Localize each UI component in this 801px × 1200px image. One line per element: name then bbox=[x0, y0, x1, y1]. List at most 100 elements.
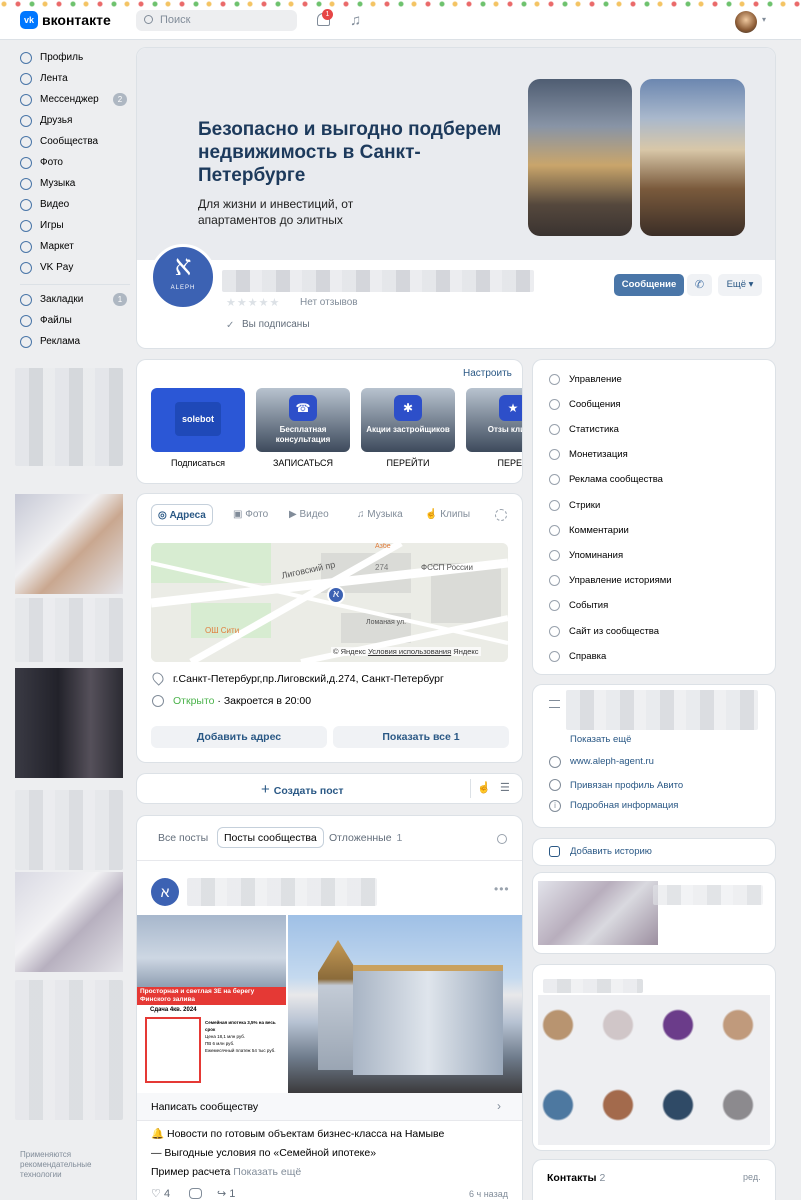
more-button[interactable]: Ещё ▾ bbox=[718, 274, 762, 296]
nav-item-label: Реклама bbox=[40, 336, 81, 347]
manage-menu-item[interactable]: Сайт из сообщества bbox=[549, 623, 764, 639]
write-community-row[interactable]: Написать сообществу › bbox=[137, 1093, 522, 1121]
manage-menu-item[interactable]: Сообщения bbox=[549, 396, 764, 412]
post-image-ad[interactable]: Просторная и светлая 3Е на берегу Финско… bbox=[137, 915, 286, 1093]
manage-menu-item[interactable]: Управление историями bbox=[549, 573, 764, 589]
widget-caption[interactable]: ЗАПИСАТЬСЯ bbox=[256, 458, 350, 468]
widget-tile[interactable]: solebot bbox=[151, 388, 245, 452]
address-text[interactable]: г.Санкт-Петербург,пр.Лиговский,д.274, Са… bbox=[173, 673, 444, 685]
address-tab[interactable]: ☝ Клипы bbox=[419, 504, 476, 526]
nav-item-feed[interactable]: Лента bbox=[20, 68, 130, 89]
show-more-link[interactable]: Показать ещё bbox=[233, 1166, 301, 1178]
more-button-label: Ещё bbox=[726, 279, 746, 290]
nav-item-games[interactable]: Игры bbox=[20, 215, 130, 236]
create-post-button[interactable]: + Создать пост bbox=[261, 781, 343, 798]
nav-item-music[interactable]: Музыка bbox=[20, 173, 130, 194]
message-button[interactable]: Сообщение bbox=[614, 274, 684, 296]
widget-caption[interactable]: ПЕРЕЙ bbox=[466, 458, 522, 468]
manage-menu-item[interactable]: События bbox=[549, 598, 764, 614]
add-story-link[interactable]: Добавить историю bbox=[570, 846, 652, 857]
user-avatar[interactable] bbox=[735, 11, 757, 33]
map-view[interactable]: Лиговский пр ФССП России 274 Азбе ОШ Сит… bbox=[151, 543, 508, 662]
chevron-down-icon[interactable]: ▾ bbox=[762, 15, 766, 24]
add-story-card: Добавить историю bbox=[533, 839, 775, 865]
search-box[interactable]: Поиск bbox=[136, 10, 297, 31]
manage-menu-item[interactable]: Статистика bbox=[549, 421, 764, 437]
nav-item-bookmark[interactable]: Закладки 1 bbox=[20, 289, 130, 310]
tab-community-posts[interactable]: Посты сообщества bbox=[217, 827, 324, 848]
widget-tile[interactable]: ✱ Акции застройщиков bbox=[361, 388, 455, 452]
address-tab[interactable]: ◎ Адреса bbox=[151, 504, 213, 526]
show-all-addresses-button[interactable]: Показать все 1 bbox=[333, 726, 509, 748]
nav-item-user[interactable]: Профиль bbox=[20, 47, 130, 68]
search-posts-icon[interactable] bbox=[497, 834, 507, 844]
chevron-right-icon: › bbox=[497, 1099, 501, 1113]
manage-menu-label: Стрики bbox=[569, 499, 601, 511]
nav-item-ads[interactable]: Реклама bbox=[20, 331, 130, 352]
community-avatar[interactable]: א ALEPH bbox=[150, 244, 216, 310]
avito-link[interactable]: Привязан профиль Авито bbox=[570, 780, 683, 791]
clock-icon bbox=[152, 695, 164, 707]
post-time[interactable]: 6 ч назад bbox=[469, 1189, 508, 1199]
website-link[interactable]: www.aleph-agent.ru bbox=[570, 756, 654, 767]
nav-item-label: Сообщества bbox=[40, 136, 99, 147]
help-icon bbox=[549, 650, 560, 662]
nav-item-vkpay[interactable]: VK Pay bbox=[20, 257, 130, 278]
nav-item-groups[interactable]: Сообщества bbox=[20, 131, 130, 152]
create-post-label: Создать пост bbox=[273, 785, 344, 797]
manage-menu-item[interactable]: Справка bbox=[549, 648, 764, 664]
nav-item-label: Файлы bbox=[40, 315, 72, 326]
post-more-icon[interactable]: ••• bbox=[494, 882, 510, 896]
contacts-edit-link[interactable]: ред. bbox=[743, 1172, 761, 1182]
map-label-lomanaya: Ломаная ул. bbox=[366, 619, 407, 626]
address-tab[interactable]: ▣ Фото bbox=[227, 504, 274, 526]
blurred-members-card bbox=[533, 965, 775, 1150]
widget-caption[interactable]: Подписаться bbox=[151, 458, 245, 468]
add-address-button[interactable]: Добавить адрес bbox=[151, 726, 327, 748]
nav-item-label: Закладки bbox=[40, 294, 84, 305]
manage-menu-item[interactable]: Управление bbox=[549, 371, 764, 387]
nav-item-photo[interactable]: Фото bbox=[20, 152, 130, 173]
subscribed-text[interactable]: Вы подписаны bbox=[242, 319, 310, 330]
ad-floorplan bbox=[145, 1017, 201, 1083]
post-image-building[interactable] bbox=[288, 915, 522, 1093]
nav-item-video[interactable]: Видео bbox=[20, 194, 130, 215]
tab-all-posts[interactable]: Все посты bbox=[158, 832, 208, 844]
sort-icon[interactable]: ☰ bbox=[500, 781, 510, 794]
configure-link[interactable]: Настроить bbox=[463, 368, 512, 379]
widget-tile[interactable]: ☎ Бесплатная консультация bbox=[256, 388, 350, 452]
phone-button[interactable]: ✆ bbox=[687, 274, 712, 296]
manage-menu-label: Сайт из сообщества bbox=[569, 625, 660, 637]
manage-menu-item[interactable]: Упоминания bbox=[549, 547, 764, 563]
address-card: ◎ Адреса ▣ Фото ▶ Видео ♫ Музыка ☝ Клипы Лиг… bbox=[137, 494, 522, 762]
post-author-avatar[interactable]: א bbox=[151, 878, 179, 906]
manage-menu-item[interactable]: Монетизация bbox=[549, 447, 764, 463]
manage-menu-item[interactable]: Стрики bbox=[549, 497, 764, 513]
address-tab[interactable]: ▶ Видео bbox=[283, 504, 335, 526]
like-button[interactable]: ♡ 4 bbox=[151, 1187, 170, 1200]
manage-menu-item[interactable]: Комментарии bbox=[549, 522, 764, 538]
map-terms-link[interactable]: Условия использования bbox=[368, 647, 451, 656]
settings-gear-icon[interactable] bbox=[495, 509, 507, 521]
nav-item-message[interactable]: Мессенджер 2 bbox=[20, 89, 130, 110]
info-show-more[interactable]: Показать ещё bbox=[570, 734, 631, 745]
nav-item-file[interactable]: Файлы bbox=[20, 310, 130, 331]
nav-item-friends[interactable]: Друзья bbox=[20, 110, 130, 131]
manage-menu-label: Комментарии bbox=[569, 524, 629, 536]
widget-caption[interactable]: ПЕРЕЙТИ bbox=[361, 458, 455, 468]
map-copyright: © Яндекс Условия использования Яндекс bbox=[331, 647, 481, 656]
post-author-blurred bbox=[187, 878, 377, 906]
nav-item-market[interactable]: Маркет bbox=[20, 236, 130, 257]
music-note-icon[interactable]: ♫ bbox=[350, 12, 361, 29]
address-tab[interactable]: ♫ Музыка bbox=[351, 504, 409, 526]
repost-button[interactable]: ↪ 1 bbox=[217, 1187, 235, 1200]
comment-icon[interactable] bbox=[189, 1188, 202, 1199]
widget-tile[interactable]: ★ Отзы клиент bbox=[466, 388, 522, 452]
manage-menu-item[interactable]: Реклама сообщества bbox=[549, 472, 764, 488]
tab-postponed[interactable]: Отложенные 1 bbox=[329, 832, 402, 844]
clip-icon[interactable]: ☝ bbox=[477, 781, 491, 794]
vk-logo[interactable]: vk вконтакте bbox=[20, 11, 111, 29]
nav-item-label: Друзья bbox=[40, 115, 73, 126]
details-link[interactable]: Подробная информация bbox=[570, 800, 678, 811]
reviews-text[interactable]: Нет отзывов bbox=[300, 297, 358, 308]
